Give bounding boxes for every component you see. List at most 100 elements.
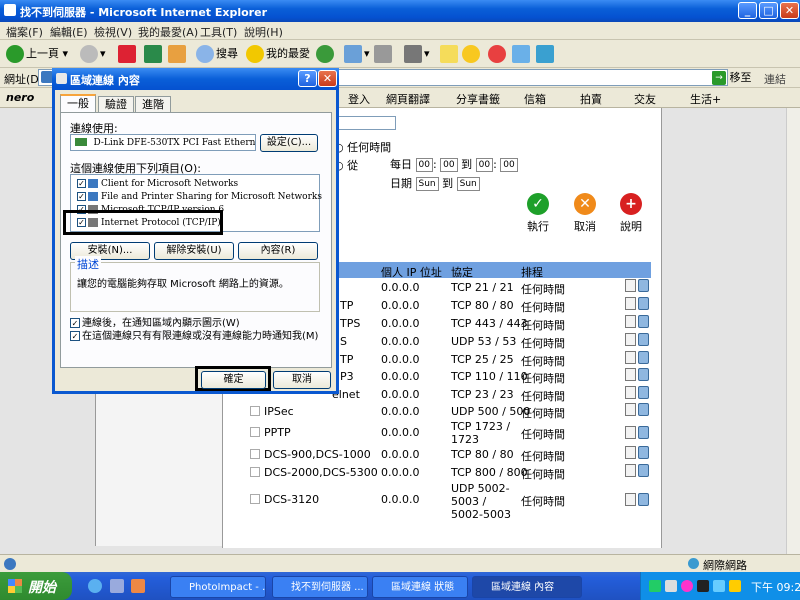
task-ie[interactable]: 找不到伺服器 ...: [272, 576, 368, 598]
auction-link[interactable]: 拍賣: [580, 91, 602, 107]
menu-help[interactable]: 說明(H): [244, 24, 283, 40]
edit-icon[interactable]: [625, 368, 636, 381]
execute-button[interactable]: ✓ 執行: [523, 193, 553, 234]
ok-button[interactable]: 確定: [201, 371, 266, 389]
edit-icon[interactable]: [625, 403, 636, 416]
end-minute-select[interactable]: 00: [500, 158, 518, 172]
trash-icon[interactable]: [638, 279, 649, 292]
tab-authentication[interactable]: 驗證: [98, 96, 134, 112]
edit-icon[interactable]: [625, 351, 636, 364]
tray-app-icon[interactable]: [649, 580, 661, 592]
media-launch-icon[interactable]: [131, 579, 145, 593]
print-button[interactable]: [374, 44, 394, 64]
help-action-button[interactable]: + 說明: [616, 193, 646, 234]
back-button[interactable]: 上一頁 ▾: [6, 44, 68, 64]
dialog-close-button[interactable]: ✕: [318, 70, 337, 87]
start-minute-select[interactable]: 00: [440, 158, 458, 172]
end-hour-select[interactable]: 00: [475, 158, 494, 172]
rule-checkbox[interactable]: [250, 449, 260, 459]
trash-icon[interactable]: [638, 315, 649, 328]
security-tray-icon[interactable]: [729, 580, 741, 592]
messenger-button[interactable]: [462, 44, 482, 64]
task-lan-status[interactable]: 區域連線 狀態: [372, 576, 468, 598]
rule-name-input[interactable]: [330, 116, 396, 130]
tab-general[interactable]: 一般: [60, 94, 96, 112]
friends-link[interactable]: 交友: [634, 91, 656, 107]
checkbox-checked-icon[interactable]: ✓: [77, 192, 86, 201]
menu-edit[interactable]: 編輯(E): [50, 24, 88, 40]
messenger-tray-icon[interactable]: [681, 580, 693, 592]
network-tray-icon[interactable]: [665, 580, 677, 592]
notify-limited-checkbox[interactable]: ✓ 在這個連線只有有限連線或沒有連線能力時通知我(M): [70, 331, 318, 343]
maximize-button[interactable]: □: [759, 2, 778, 19]
discuss-button[interactable]: [440, 44, 460, 64]
links-label[interactable]: 連結: [764, 71, 786, 87]
trash-icon[interactable]: [638, 493, 649, 506]
start-button[interactable]: 開始: [0, 572, 72, 600]
desktop-icon[interactable]: [109, 579, 124, 593]
edit-icon[interactable]: [625, 493, 636, 506]
search-button[interactable]: 搜尋: [196, 44, 238, 64]
research-button[interactable]: [488, 44, 508, 64]
uninstall-button[interactable]: 解除安裝(U): [154, 242, 234, 260]
rule-checkbox[interactable]: [250, 494, 260, 504]
mail-button[interactable]: ▾: [344, 44, 370, 64]
trash-icon[interactable]: [638, 403, 649, 416]
home-button[interactable]: [168, 44, 188, 64]
rule-checkbox[interactable]: [250, 427, 260, 437]
menu-file[interactable]: 檔案(F): [6, 24, 43, 40]
rule-checkbox[interactable]: [250, 406, 260, 416]
edit-icon[interactable]: [625, 315, 636, 328]
edit-icon[interactable]: [625, 426, 636, 439]
show-icon-checkbox[interactable]: ✓ 連線後，在通知區域內顯示圖示(W): [70, 318, 240, 330]
day-to-select[interactable]: Sun: [456, 177, 480, 191]
list-item[interactable]: ✓ Client for Microsoft Networks: [77, 178, 238, 190]
edit-button[interactable]: ▾: [404, 44, 430, 64]
tab-advanced[interactable]: 進階: [135, 96, 171, 112]
refresh-button[interactable]: [144, 44, 164, 64]
cancel-button[interactable]: 取消: [273, 371, 331, 389]
share-link[interactable]: 分享書籤: [456, 91, 500, 107]
menu-tools[interactable]: 工具(T): [200, 24, 237, 40]
properties-button[interactable]: 內容(R): [238, 242, 318, 260]
volume-icon[interactable]: [713, 580, 725, 592]
schedule-anytime-option[interactable]: ○ 任何時間: [334, 139, 391, 155]
edit-icon[interactable]: [625, 279, 636, 292]
start-hour-select[interactable]: 00: [415, 158, 433, 172]
edit-icon[interactable]: [625, 333, 636, 346]
task-photoimpact[interactable]: PhotoImpact - ...: [170, 576, 266, 598]
trash-icon[interactable]: [638, 351, 649, 364]
folder-button[interactable]: [512, 44, 532, 64]
dialog-help-button[interactable]: ?: [298, 70, 317, 87]
menu-favorites[interactable]: 我的最愛(A): [138, 24, 198, 40]
cancel-action-button[interactable]: ✕ 取消: [570, 193, 600, 234]
checkbox-checked-icon[interactable]: ✓: [77, 179, 86, 188]
trash-icon[interactable]: [638, 464, 649, 477]
antivirus-tray-icon[interactable]: [697, 580, 709, 592]
trash-icon[interactable]: [638, 368, 649, 381]
day-from-select[interactable]: Sun: [415, 177, 439, 191]
list-item[interactable]: ✓ File and Printer Sharing for Microsoft …: [77, 191, 322, 203]
trash-icon[interactable]: [638, 386, 649, 399]
media-button[interactable]: [536, 44, 556, 64]
mail-link[interactable]: 信箱: [524, 91, 546, 107]
vertical-scrollbar[interactable]: [786, 108, 800, 554]
rule-checkbox[interactable]: [250, 467, 260, 477]
menu-view[interactable]: 檢視(V): [94, 24, 132, 40]
forward-button[interactable]: ▾: [80, 44, 106, 64]
history-button[interactable]: [316, 44, 336, 64]
translate-link[interactable]: 網頁翻譯: [386, 91, 430, 107]
stop-button[interactable]: [118, 44, 138, 64]
go-button[interactable]: → 移至: [712, 69, 762, 86]
edit-icon[interactable]: [625, 446, 636, 459]
life-link[interactable]: 生活+: [690, 91, 721, 107]
ie-launch-icon[interactable]: [88, 579, 102, 593]
edit-icon[interactable]: [625, 297, 636, 310]
favorites-button[interactable]: 我的最愛: [246, 44, 310, 64]
configure-button[interactable]: 設定(C)...: [260, 134, 318, 152]
trash-icon[interactable]: [638, 446, 649, 459]
trash-icon[interactable]: [638, 297, 649, 310]
minimize-button[interactable]: _: [738, 2, 757, 19]
edit-icon[interactable]: [625, 464, 636, 477]
edit-icon[interactable]: [625, 386, 636, 399]
